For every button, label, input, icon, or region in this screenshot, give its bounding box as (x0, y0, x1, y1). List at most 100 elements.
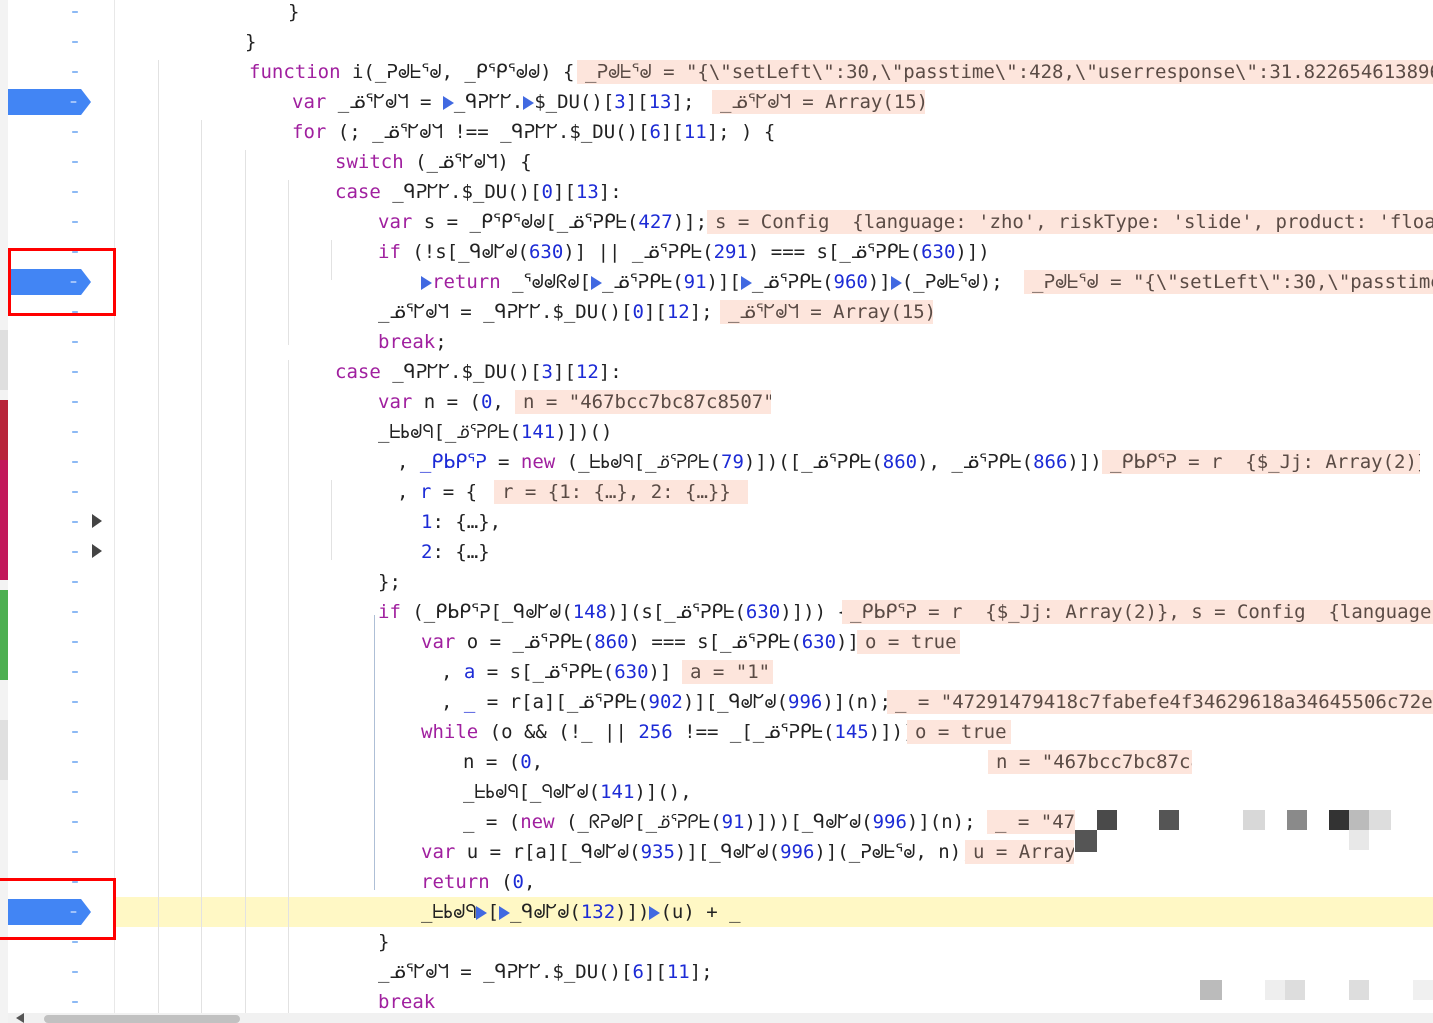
code-line[interactable]: while (o && (!_ || 256 !== _[_ᓆᕐᕈᑭᖶ(145)… (115, 717, 1433, 747)
code-token: (u) + _ (660, 901, 741, 923)
gutter-line[interactable]: – (8, 417, 114, 447)
inline-breakpoint-marker-icon[interactable] (740, 275, 752, 290)
gutter-line[interactable]: – (8, 87, 114, 117)
gutter-line[interactable]: – (8, 777, 114, 807)
code-token: 6 (632, 961, 644, 983)
code-token: 860 (594, 631, 629, 653)
line-number-dash: – (71, 484, 79, 500)
code-line[interactable]: , a = s[_ᓆᕐᕈᑭᖶ(630)] a = "1" (115, 657, 1433, 687)
gutter-line[interactable]: – (8, 537, 114, 567)
pixel-block (1075, 830, 1097, 852)
code-line[interactable]: var n = (0, n = "467bcc7bc87c8507" (115, 387, 1433, 417)
code-line[interactable]: for (; _ᓆᕐᖸᖙᖻ !== _ᑫᕈᖸᖸ.$_DU()[6][11]; )… (115, 117, 1433, 147)
inline-breakpoint-marker-icon[interactable] (523, 95, 535, 110)
gutter-line[interactable]: – (8, 0, 114, 27)
gutter-line[interactable]: – (8, 687, 114, 717)
gutter-line[interactable]: – (8, 657, 114, 687)
code-line[interactable]: 2: {…} (115, 537, 1433, 567)
code-line[interactable]: switch (_ᓆᕐᖸᖙᖻ) { (115, 147, 1433, 177)
code-line[interactable]: var s = _ᑭᕐᑭᕐᖙᖙ[_ᓆᕐᕈᑭᖶ(427)]; s = Config … (115, 207, 1433, 237)
code-line[interactable]: , r = {r = {1: {…}, 2: {…}} (115, 477, 1433, 507)
gutter-line[interactable]: – (8, 177, 114, 207)
gutter-line[interactable]: – (8, 147, 114, 177)
code-token: new (520, 811, 566, 833)
code-line[interactable]: , _ = r[a][_ᓆᕐᕈᑭᖶ(902)][_ᑫᖙᖸᖙ(996)](n); _… (115, 687, 1433, 717)
code-token: 630 (745, 601, 781, 623)
code-token: ) === s[_ᓆᕐᕈᑭᖶ( (628, 631, 802, 653)
gutter-line[interactable]: – (8, 447, 114, 477)
code-line[interactable]: } (115, 927, 1433, 957)
expand-arrow-icon[interactable] (92, 514, 102, 528)
inline-breakpoint-marker-icon[interactable] (476, 905, 488, 920)
inline-value-annotation: _ᑭᖯᑭᕐᕈ = r {$_Jj: Array(2)} (1102, 450, 1420, 474)
code-line[interactable]: , _ᑭᖯᑭᕐᕈ = new (_ᖶᖯᖙᑫ[_ᓆᕐᕈᑭᖶ(79)])([_ᓆᕐᕈ… (115, 447, 1433, 477)
code-line[interactable]: }; (115, 567, 1433, 597)
code-line[interactable]: } (115, 27, 1433, 57)
code-line[interactable]: if (_ᑭᖯᑭᕐᕈ[_ᑫᖙᖸᖙ(148)](s[_ᓆᕐᕈᑭᖶ(630)])) … (115, 597, 1433, 627)
code-line[interactable]: _ᖶᖯᖙᑫ[_ᓆᕐᕈᑭᖶ(141)])() (115, 417, 1433, 447)
code-token: ( (501, 871, 513, 893)
inline-breakpoint-marker-icon[interactable] (498, 905, 510, 920)
code-token: break (378, 991, 436, 1013)
inline-breakpoint-marker-icon[interactable] (649, 905, 661, 920)
code-line[interactable]: _ᓆᕐᖸᖙᖻ = _ᑫᕈᖸᖸ.$_DU()[6][11]; (115, 957, 1433, 987)
gutter-line[interactable]: – (8, 567, 114, 597)
gutter-line[interactable]: – (8, 597, 114, 627)
gutter-line[interactable]: – (8, 357, 114, 387)
code-line[interactable]: _ᖶᖯᖙᑫ[_ᑫᖙᖸᖙ(141)](), (115, 777, 1433, 807)
inline-value-annotation: _ᕈᖙᖶᕐᖙ = "{\"setLeft\":30,\"passtime\ (1024, 270, 1433, 294)
line-number-dash: – (71, 34, 79, 50)
code-text: } (288, 0, 299, 27)
gutter-line[interactable]: – (8, 837, 114, 867)
gutter-line[interactable]: – (8, 507, 114, 537)
gutter-line[interactable]: – (8, 747, 114, 777)
code-text: case _ᑫᕈᖸᖸ.$_DU()[0][13]: (335, 177, 622, 207)
code-line[interactable]: case _ᑫᕈᖸᖸ.$_DU()[3][12]: (115, 357, 1433, 387)
code-token: ][ (643, 301, 667, 323)
code-line[interactable]: var _ᓆᕐᖸᖙᖻ = _ᑫᕈᖸᖸ. $_DU()[3][13]; _ᓆᕐᖸᖙᖻ … (115, 87, 1433, 117)
code-token: (_ᖶᖯᖙᑫ[_ᓆᕐᕈᑭᖶ( (566, 451, 721, 473)
breakpoint-marker[interactable]: – (8, 89, 91, 115)
code-token: 630 (921, 241, 956, 263)
code-line[interactable]: function i(_ᕈᖙᖶᕐᖙ, _ᑭᕐᑭᕐᖙᖙ) {_ᕈᖙᖶᕐᖙ = "{… (115, 57, 1433, 87)
inline-breakpoint-marker-icon[interactable] (421, 275, 432, 290)
code-line[interactable]: return _ᕐᖙᖙᖇᖙ[_ᓆᕐᕈᑭᖶ(91)][_ᓆᕐᕈᑭᖶ(960)] (_… (115, 267, 1433, 297)
scroll-left-arrow-icon[interactable] (16, 1013, 24, 1023)
code-token: 13 (575, 181, 599, 203)
code-token: 256 (638, 721, 673, 743)
inline-breakpoint-marker-icon[interactable] (590, 275, 602, 290)
code-line[interactable]: if (!s[_ᑫᖙᖸᖙ(630)] || _ᓆᕐᕈᑭᖶ(291) === s[… (115, 237, 1433, 267)
gutter-line[interactable]: – (8, 117, 114, 147)
code-line[interactable]: n = (0, n = "467bcc7bc87c8507" (115, 747, 1433, 777)
scrollbar-thumb[interactable] (44, 1015, 240, 1023)
gutter-line[interactable]: – (8, 57, 114, 87)
code-line[interactable]: case _ᑫᕈᖸᖸ.$_DU()[0][13]: (115, 177, 1433, 207)
gutter-line[interactable]: – (8, 627, 114, 657)
code-line[interactable]: break; (115, 327, 1433, 357)
inline-breakpoint-marker-icon[interactable] (442, 95, 454, 110)
code-token: for (292, 121, 338, 143)
line-number-dash: – (71, 724, 79, 740)
current-execution-line[interactable]: _ᖶᖯᖙᑫ [_ᑫᖙᖸᖙ(132)]) (u) + _ (115, 897, 1433, 927)
gutter-line[interactable]: – (8, 387, 114, 417)
code-line[interactable]: _ᓆᕐᖸᖙᖻ = _ᑫᕈᖸᖸ.$_DU()[0][12]; _ᓆᕐᖸᖙᖻ = Ar… (115, 297, 1433, 327)
expand-arrow-icon[interactable] (92, 544, 102, 558)
code-token: 141 (600, 781, 635, 803)
gutter-line[interactable]: – (8, 477, 114, 507)
code-token: ]; ) { (706, 121, 776, 143)
code-token: case (335, 361, 393, 383)
code-token: 630 (528, 241, 564, 263)
horizontal-scrollbar[interactable] (8, 1013, 1433, 1023)
code-line[interactable]: 1: {…}, (115, 507, 1433, 537)
line-gutter[interactable]: – – – – – – – – – – – – – – – – – – – – – – – – – – – – – – – – – – (8, 0, 114, 1023)
gutter-line[interactable]: – (8, 327, 114, 357)
gutter-line[interactable]: – (8, 207, 114, 237)
code-line[interactable]: } (115, 0, 1433, 27)
gutter-line[interactable]: – (8, 717, 114, 747)
gutter-line[interactable]: – (8, 807, 114, 837)
code-token: )](s[_ᓆᕐᕈᑭᖶ( (607, 601, 746, 623)
inline-breakpoint-marker-icon[interactable] (890, 275, 902, 290)
code-line[interactable]: var o = _ᓆᕐᕈᑭᖶ(860) === s[_ᓆᕐᕈᑭᖶ(630)] o … (115, 627, 1433, 657)
gutter-line[interactable]: – (8, 27, 114, 57)
gutter-line[interactable]: – (8, 957, 114, 987)
